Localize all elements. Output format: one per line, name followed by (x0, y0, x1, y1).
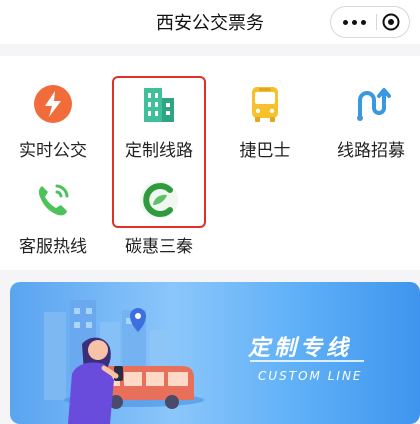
mini-program-capsule (330, 6, 410, 38)
banner-divider (250, 360, 364, 362)
lightning-icon (34, 85, 72, 123)
building-icon (144, 88, 174, 122)
grid-item-label: 捷巴士 (239, 141, 291, 161)
close-mini-program-icon[interactable] (382, 13, 400, 31)
grid-item-label: 线路招募 (337, 141, 405, 161)
app-screen: 西安公交票务 实时公交 定制线路 捷巴士 线路招募 客服热线 碳惠三秦 定制专线… (0, 0, 420, 424)
leaf-c-icon (140, 181, 178, 219)
grid-item-hotline[interactable]: 客服热线 (0, 152, 106, 257)
grid-item-label: 碳惠三秦 (125, 237, 193, 257)
grid-item-label: 客服热线 (19, 237, 87, 257)
grid-item-carbon[interactable]: 碳惠三秦 (106, 152, 212, 257)
grid-item-realtime-bus[interactable]: 实时公交 (0, 56, 106, 161)
phone-icon (38, 184, 69, 216)
custom-line-banner[interactable]: 定制专线 CUSTOM LINE (10, 282, 420, 424)
banner-title: 定制专线 (248, 336, 353, 361)
bus-icon (252, 87, 278, 122)
grid-item-jiebus[interactable]: 捷巴士 (212, 56, 318, 161)
capsule-divider (376, 14, 377, 30)
custom-line-illustration (44, 300, 204, 424)
recruit-route-icon (357, 88, 391, 121)
grid-item-route-recruit[interactable]: 线路招募 (318, 56, 420, 161)
service-grid: 实时公交 定制线路 捷巴士 线路招募 客服热线 碳惠三秦 (0, 56, 420, 270)
title-bar: 西安公交票务 (0, 0, 420, 44)
more-icon[interactable] (341, 7, 369, 37)
banner-subtitle: CUSTOM LINE (258, 369, 363, 383)
grid-item-custom-route[interactable]: 定制线路 (106, 56, 212, 161)
